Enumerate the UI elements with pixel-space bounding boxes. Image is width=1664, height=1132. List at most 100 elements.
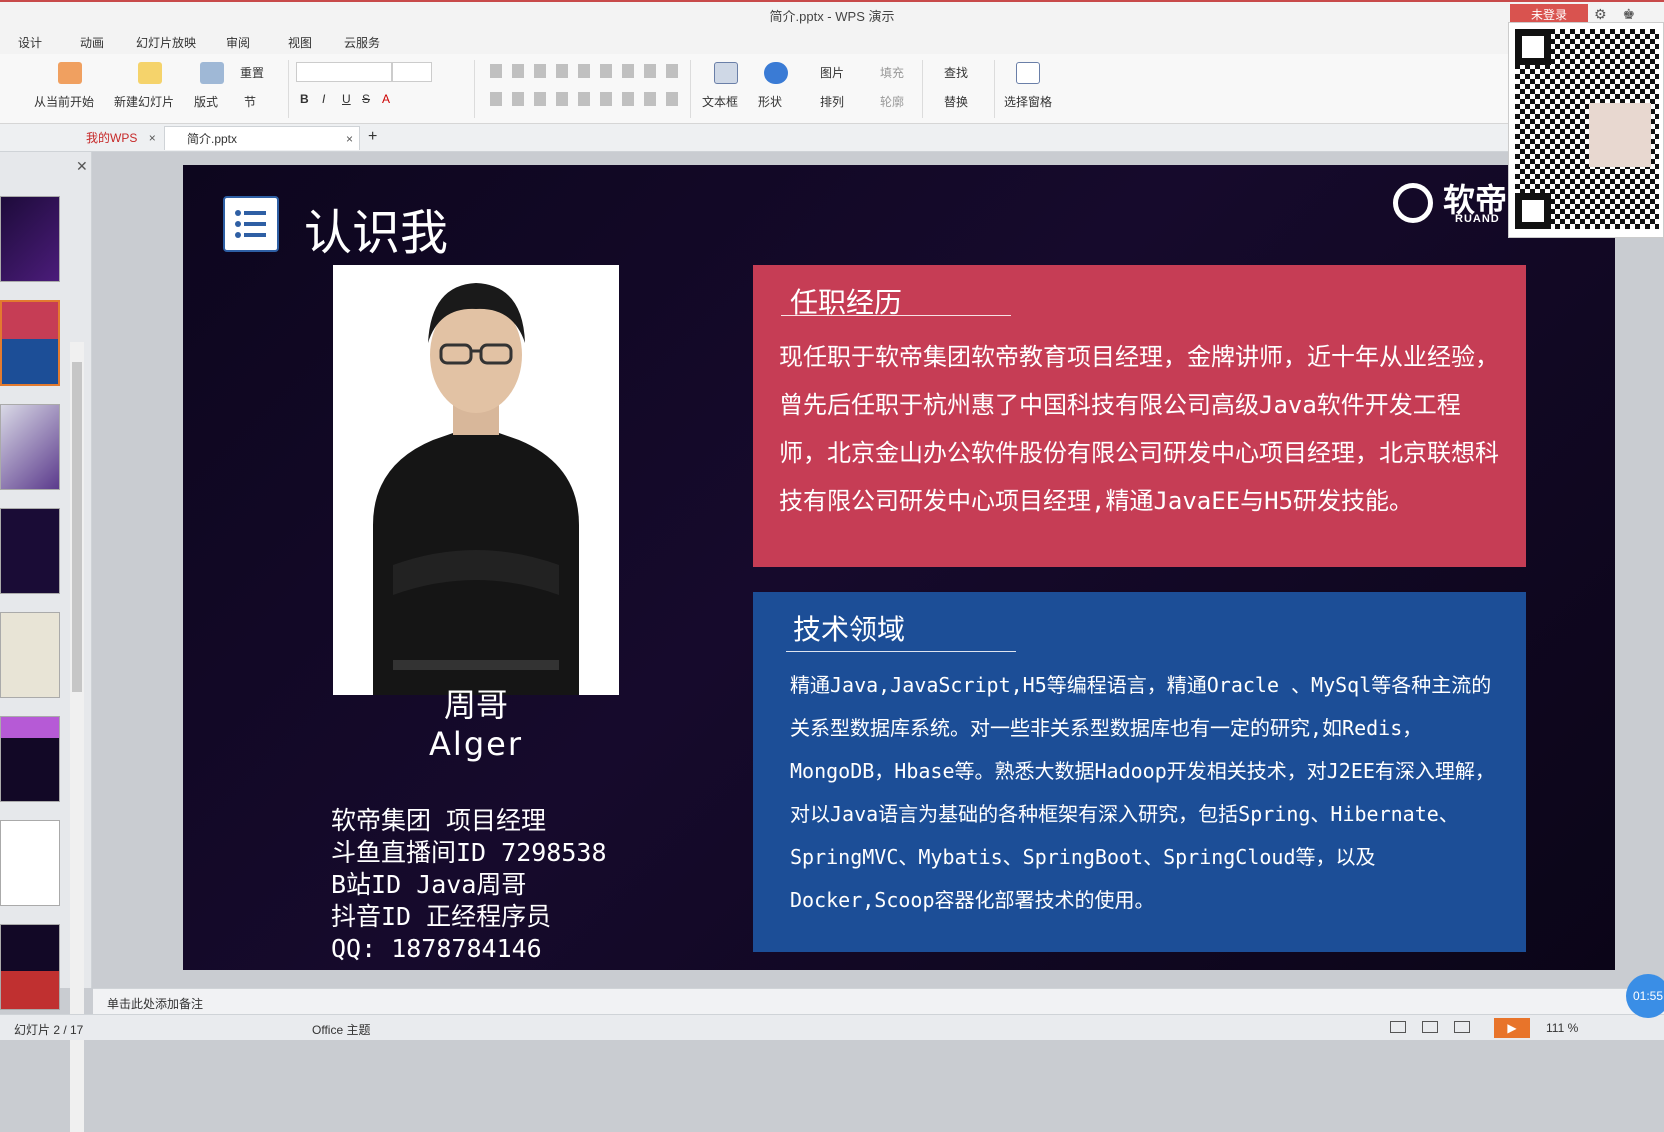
shape-button[interactable]: 形状	[758, 93, 782, 110]
italic-button[interactable]: I	[322, 92, 325, 106]
slide-counter: 幻灯片 2 / 17	[14, 1023, 84, 1037]
qr-finder	[1515, 193, 1551, 229]
name-cn: 周哥	[443, 686, 508, 724]
align-icons[interactable]	[490, 92, 680, 106]
underline-button[interactable]: U	[342, 92, 351, 106]
outline-button[interactable]: 轮廓	[880, 93, 904, 110]
title-underline	[781, 315, 1011, 316]
ribbon-divider	[288, 60, 289, 118]
shape-icon	[764, 62, 788, 84]
qr-code-overlay	[1508, 22, 1664, 238]
timer-badge: 01:55	[1626, 974, 1664, 1018]
slide-thumbnail[interactable]	[0, 196, 60, 282]
ribbon-divider	[690, 60, 691, 118]
layout-icon	[200, 62, 224, 84]
notes-pane[interactable]: 单击此处添加备注	[93, 988, 1664, 1014]
tab-document[interactable]: 简介.pptx ×	[164, 126, 360, 150]
section-button[interactable]: 节	[244, 93, 256, 110]
tab-label: 简介.pptx	[187, 132, 238, 146]
status-bar: 幻灯片 2 / 17 Office 主题 ▶ 111 %	[0, 1014, 1664, 1040]
avatar	[1589, 103, 1651, 167]
info-line: 抖音ID 正经程序员	[331, 902, 552, 931]
sorter-view-icon[interactable]	[1422, 1021, 1438, 1033]
textbox-icon	[714, 62, 738, 84]
normal-view-icon[interactable]	[1390, 1021, 1406, 1033]
layout-button[interactable]: 版式	[194, 93, 218, 110]
tab-my-wps[interactable]: 我的WPS ×	[64, 126, 160, 150]
slide-thumbnail[interactable]	[0, 300, 60, 386]
reading-view-icon[interactable]	[1454, 1021, 1470, 1033]
zoom-level[interactable]: 111 %	[1546, 1021, 1578, 1035]
from-current-button[interactable]: 从当前开始	[34, 93, 94, 110]
add-tab-icon[interactable]: +	[368, 128, 377, 146]
theme-name: Office 主题	[312, 1023, 371, 1037]
ribbon-divider	[994, 60, 995, 118]
slide-thumbnail[interactable]	[0, 924, 60, 1010]
name-en: Alger	[429, 725, 523, 763]
info-line: QQ: 1878784146	[331, 934, 542, 963]
ribbon-divider	[922, 60, 923, 118]
slide-thumbnail[interactable]	[0, 820, 60, 906]
arrange-button[interactable]: 排列	[820, 93, 844, 110]
tab-label: 我的WPS	[86, 131, 138, 145]
info-line: 斗鱼直播间ID 7298538	[331, 838, 607, 867]
slide-thumbnail[interactable]	[0, 508, 60, 594]
reset-button[interactable]: 重置	[240, 64, 264, 81]
ribbon-toolbar: 从当前开始 新建幻灯片 版式 重置 节 B I U S A 文本框 形状 图片 …	[0, 54, 1664, 124]
info-line: B站ID Java周哥	[331, 870, 527, 899]
card-title: 技术领域	[793, 613, 906, 646]
find-button[interactable]: 查找	[944, 64, 968, 81]
menu-design[interactable]: 设计	[18, 34, 42, 51]
play-slideshow-icon[interactable]: ▶	[1494, 1018, 1530, 1038]
font-color-button[interactable]: A	[382, 92, 390, 106]
contact-info: 软帝集团 项目经理 斗鱼直播间ID 7298538 B站ID Java周哥 抖音…	[331, 805, 607, 965]
slide-thumbnail[interactable]	[0, 404, 60, 490]
menu-cloud[interactable]: 云服务	[344, 34, 380, 51]
bold-button[interactable]: B	[300, 92, 309, 106]
new-slide-button[interactable]: 新建幻灯片	[114, 93, 174, 110]
replace-button[interactable]: 替换	[944, 93, 968, 110]
qr-finder	[1515, 29, 1551, 65]
experience-card: 任职经历 现任职于软帝集团软帝教育项目经理，金牌讲师，近十年从业经验，曾先后任职…	[753, 265, 1526, 567]
slide-canvas[interactable]: 认识我 软帝 RUAND 周哥 Alger 软帝集团 项目经理 斗鱼直播间ID …	[183, 165, 1615, 970]
picture-button[interactable]: 图片	[820, 64, 844, 81]
menu-bar: 设计 动画 幻灯片放映 审阅 视图 云服务	[0, 26, 1664, 54]
select-pane-button[interactable]: 选择窗格	[1004, 93, 1052, 110]
play-from-current-icon	[58, 62, 82, 84]
slide-thumbnail[interactable]	[0, 716, 60, 802]
fill-button[interactable]: 填充	[880, 64, 904, 81]
title-underline	[786, 651, 1016, 652]
slide-thumbnail-panel: ✕	[0, 152, 92, 1132]
close-tab-icon[interactable]: ×	[149, 131, 156, 145]
document-tabbar: 我的WPS × 简介.pptx × +	[0, 124, 1664, 152]
info-line: 软帝集团 项目经理	[331, 806, 547, 835]
menu-animation[interactable]: 动画	[80, 34, 104, 51]
strike-button[interactable]: S	[362, 92, 370, 106]
menu-view[interactable]: 视图	[288, 34, 312, 51]
list-icon	[223, 196, 279, 252]
profile-photo	[333, 265, 619, 695]
company-logo: 软帝 RUAND	[1393, 175, 1507, 225]
title-bar: 简介.pptx - WPS 演示 未登录 ⚙ ♚ ? —	[0, 0, 1664, 39]
textbox-button[interactable]: 文本框	[702, 93, 738, 110]
logo-subtext: RUAND	[1455, 213, 1500, 225]
new-slide-icon	[138, 62, 162, 84]
font-name-field[interactable]	[296, 62, 392, 82]
close-tab-icon[interactable]: ×	[346, 127, 353, 151]
font-size-field[interactable]	[392, 62, 432, 82]
select-pane-icon	[1016, 62, 1040, 84]
slide-thumbnail[interactable]	[0, 612, 60, 698]
ribbon-divider	[474, 60, 475, 118]
tech-card: 技术领域 精通Java,JavaScript,H5等编程语言，精通Oracle …	[753, 592, 1526, 952]
paragraph-icons[interactable]	[490, 64, 680, 78]
close-panel-icon[interactable]: ✕	[76, 158, 88, 175]
slide-title: 认识我	[304, 205, 449, 261]
logo-mark-icon	[1393, 182, 1433, 223]
menu-slideshow[interactable]: 幻灯片放映	[136, 34, 196, 51]
window-title: 简介.pptx - WPS 演示	[769, 9, 895, 24]
card-body: 现任职于软帝集团软帝教育项目经理，金牌讲师，近十年从业经验，曾先后任职于杭州惠了…	[779, 343, 1499, 515]
card-body: 精通Java,JavaScript,H5等编程语言，精通Oracle 、MySq…	[790, 673, 1495, 912]
scrollbar-thumb[interactable]	[72, 362, 82, 692]
notes-placeholder: 单击此处添加备注	[107, 997, 204, 1011]
menu-review[interactable]: 审阅	[226, 34, 250, 51]
